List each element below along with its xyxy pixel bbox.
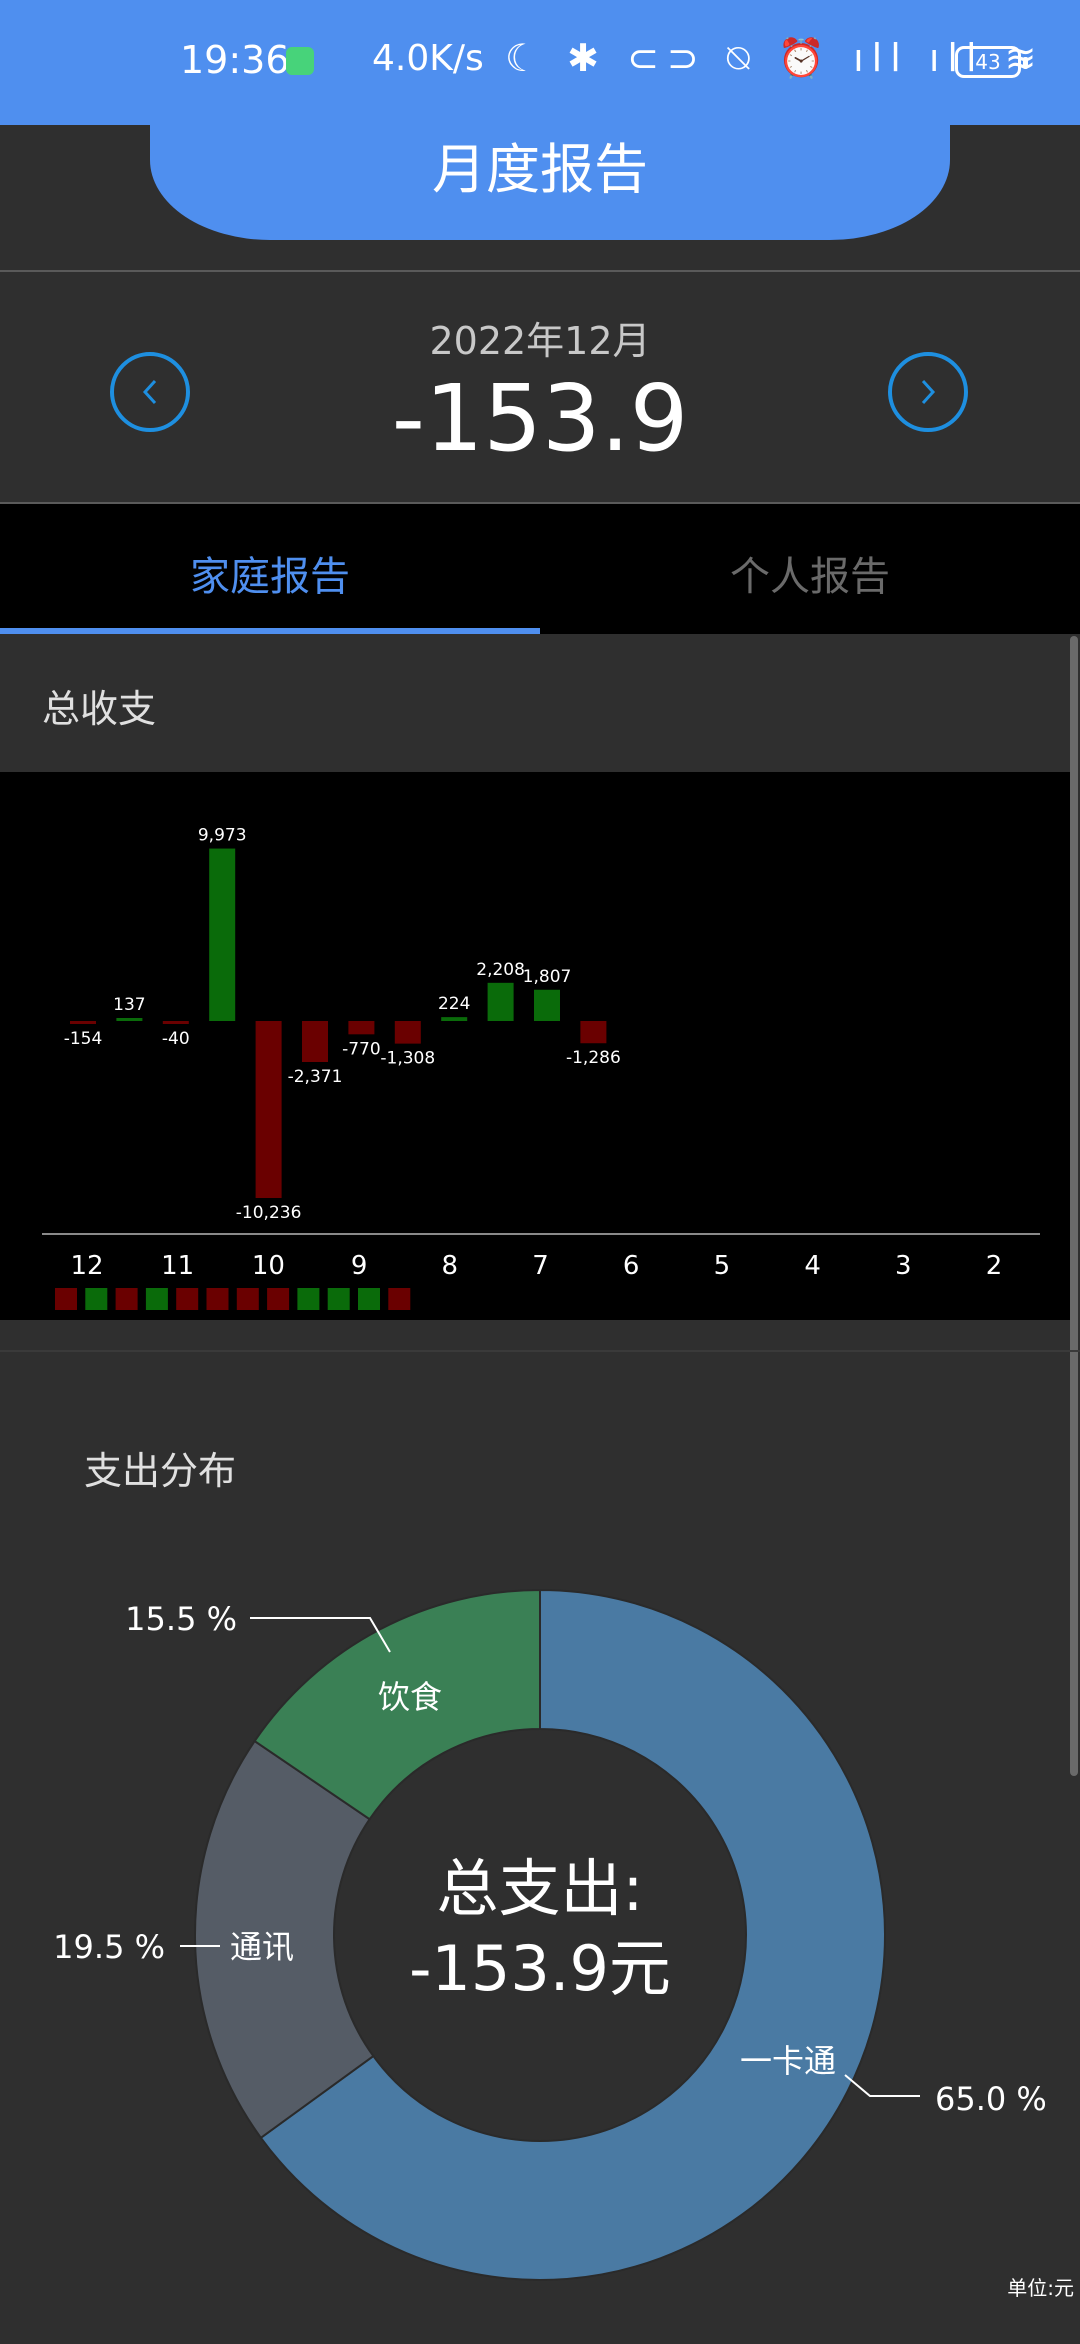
donut-center-value: -153.9元 — [409, 1932, 671, 2005]
bar — [441, 1017, 468, 1021]
bar-value-label: 137 — [113, 995, 145, 1015]
donut-chart: 一卡通 65.0 % 通讯 19.5 % 饮食 15.5 % 总支出: -153.9元 — [0, 1350, 1080, 2340]
bar-value-label: 9,973 — [198, 826, 247, 846]
bar — [534, 989, 560, 1021]
legend-square — [297, 1288, 320, 1310]
tab-indicator — [0, 628, 540, 634]
status-time: 19:36 — [180, 38, 290, 82]
battery-icon: 43 — [955, 46, 1028, 78]
x-tick-label: 7 — [532, 1251, 549, 1281]
bar — [116, 1018, 143, 1021]
legend-square — [176, 1288, 199, 1310]
bar-value-label: -40 — [162, 1029, 190, 1049]
x-tick-label: 3 — [895, 1251, 912, 1281]
legend-square — [267, 1288, 290, 1310]
bar — [580, 1021, 607, 1044]
legend-square — [145, 1288, 168, 1310]
unit-label: 单位:元 — [1007, 2276, 1074, 2300]
slice-percent-label: 15.5 % — [125, 1600, 237, 1638]
legend-square — [388, 1288, 411, 1310]
bar — [487, 982, 514, 1021]
bar-value-label: 224 — [438, 994, 470, 1014]
x-tick-label: 6 — [623, 1251, 640, 1281]
x-tick-label: 11 — [161, 1251, 194, 1281]
x-tick-label: 10 — [252, 1251, 285, 1281]
tab-family-report[interactable]: 家庭报告 — [0, 544, 540, 602]
x-tick-label: 12 — [70, 1251, 103, 1281]
x-tick-label: 4 — [804, 1251, 821, 1281]
bar-value-label: 1,807 — [523, 967, 572, 987]
legend-square — [327, 1288, 350, 1310]
app-notification-icon — [286, 47, 314, 75]
x-tick-label: 2 — [986, 1251, 1003, 1281]
slice-percent-label: 19.5 % — [53, 1928, 165, 1966]
x-tick-label: 5 — [714, 1251, 731, 1281]
donut-chart-svg: 一卡通 65.0 % 通讯 19.5 % 饮食 15.5 % 总支出:-153.9元 — [53, 1588, 1047, 2281]
next-month-button[interactable] — [888, 352, 968, 432]
slice-percent-label: 65.0 % — [935, 2080, 1047, 2118]
slice-leader-line — [844, 2074, 920, 2097]
slice-name-label: 一卡通 — [740, 2042, 836, 2080]
bar-chart: -154 137 -40 9,973 -10,236 -2,371 -770 -1,308 22… — [0, 772, 1070, 1320]
bar — [70, 1021, 96, 1024]
bar — [394, 1021, 421, 1044]
page-title: 月度报告 — [432, 138, 648, 201]
bar-value-label: -770 — [342, 1039, 381, 1059]
legend-square — [85, 1288, 108, 1310]
bar-value-label: -2,371 — [288, 1067, 343, 1087]
bar-value-label: 2,208 — [476, 960, 525, 980]
bar — [209, 848, 236, 1021]
x-tick-label: 8 — [442, 1251, 459, 1281]
header-divider — [0, 270, 1080, 272]
bar — [348, 1021, 375, 1035]
bar-value-label: -10,236 — [236, 1203, 302, 1223]
chevron-right-icon — [921, 379, 936, 405]
bar-chart-svg: -154137-409,973-10,236-2,371-770 -1,30822… — [42, 826, 1040, 1310]
income-expense-title: 总收支 — [42, 687, 157, 731]
bar-value-label: -154 — [64, 1029, 103, 1049]
donut-center-label: 总支出: — [437, 1852, 644, 1925]
x-tick-label: 9 — [351, 1251, 368, 1281]
bar-value-label: -1,286 — [566, 1048, 621, 1068]
slice-name-label: 通讯 — [230, 1928, 294, 1966]
network-speed: 4.0K/s — [372, 38, 484, 79]
bar-value-label: -1,308 — [380, 1049, 435, 1069]
legend-square — [236, 1288, 259, 1310]
legend-square — [206, 1288, 229, 1310]
tab-personal-report[interactable]: 个人报告 — [540, 544, 1080, 602]
bar — [302, 1021, 328, 1062]
slice-name-label: 饮食 — [378, 1678, 442, 1716]
bar — [255, 1021, 282, 1198]
bar — [162, 1021, 189, 1024]
legend-square — [115, 1288, 138, 1310]
legend-square — [55, 1288, 77, 1310]
legend-square — [358, 1288, 380, 1310]
report-tabs: 家庭报告 个人报告 — [0, 504, 1080, 634]
